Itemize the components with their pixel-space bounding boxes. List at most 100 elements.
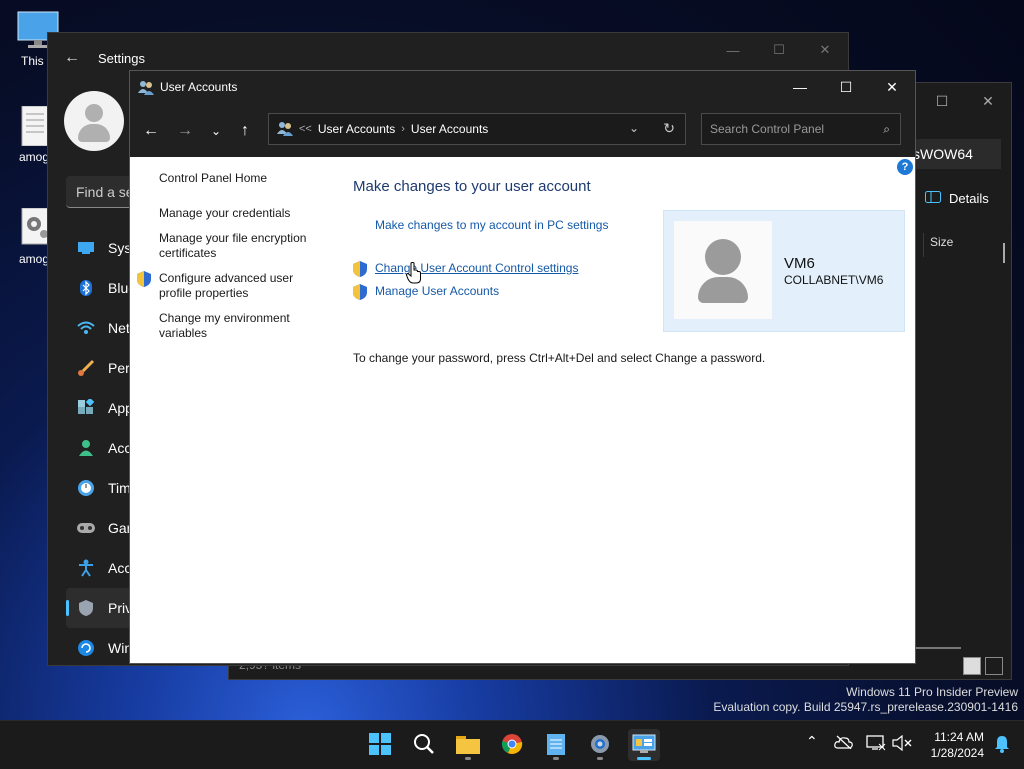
search-icon: ⌕ (883, 122, 890, 136)
clock-date: 1/28/2024 (930, 746, 984, 760)
nav-label: Gar (108, 520, 132, 536)
content-area: ? Control Panel Home Manage your credent… (130, 157, 915, 663)
back-arrow-icon[interactable]: ← (139, 119, 163, 143)
gamepad-icon (76, 518, 96, 538)
minimize-icon[interactable]: — (777, 71, 823, 103)
nav-label: Net (108, 320, 130, 336)
taskbar-file-explorer[interactable] (452, 729, 484, 761)
control-panel-icon (632, 734, 656, 757)
help-icon[interactable]: ? (897, 159, 913, 175)
search-icon (413, 733, 435, 758)
maximize-icon[interactable]: ☐ (823, 71, 869, 103)
breadcrumb-item[interactable]: User Accounts (411, 122, 488, 136)
apps-icon (76, 398, 96, 418)
shield-icon (76, 598, 96, 618)
uac-shield-icon (137, 271, 151, 291)
wifi-icon (76, 318, 96, 338)
close-icon[interactable]: ✕ (965, 83, 1011, 119)
breadcrumb-separator-icon: › (401, 123, 405, 135)
close-icon[interactable]: ✕ (869, 71, 915, 103)
user-accounts-icon (277, 120, 293, 139)
taskbar-settings[interactable] (584, 729, 616, 761)
chevron-down-icon[interactable]: ⌄ (629, 121, 639, 135)
chevron-up-icon[interactable]: ⌃ (806, 733, 818, 750)
nav-label: Acc (108, 560, 132, 576)
breadcrumb-item[interactable]: User Accounts (318, 122, 395, 136)
left-nav: Control Panel Home Manage your credentia… (137, 171, 329, 351)
back-arrow-icon[interactable]: ← (64, 49, 80, 67)
maximize-icon[interactable]: ☐ (919, 83, 965, 119)
maximize-icon[interactable]: ☐ (756, 33, 802, 67)
manage-accounts-link[interactable]: Manage User Accounts (375, 284, 499, 298)
watermark-line: Evaluation copy. Build 25947.rs_prerelea… (713, 700, 1018, 714)
accounts-icon (76, 438, 96, 458)
address-bar-fragment[interactable]: sWOW64 (909, 139, 1001, 169)
clock-icon (76, 478, 96, 498)
nav-link-encryption[interactable]: Manage your file encryption certificates (159, 231, 329, 261)
user-accounts-icon (138, 79, 154, 98)
password-note: To change your password, press Ctrl+Alt+… (353, 351, 766, 365)
notification-bell-icon[interactable] (994, 735, 1010, 756)
details-button[interactable]: Details (925, 191, 989, 206)
windows-start-icon (369, 732, 391, 758)
chevron-down-icon[interactable]: ⌄ (204, 119, 228, 143)
cloud-offline-icon[interactable] (834, 735, 854, 752)
window-title: Settings (98, 51, 145, 66)
navigation-bar: ← → ⌄ ↑ << User Accounts › User Accounts… (130, 103, 915, 157)
details-label: Details (949, 191, 989, 206)
file-explorer-icon (456, 734, 480, 757)
user-accounts-window[interactable]: User Accounts — ☐ ✕ ← → ⌄ ↑ << User Acco… (129, 70, 916, 664)
taskbar-notepad[interactable] (540, 729, 572, 761)
user-name: VM6 (784, 255, 815, 272)
brush-icon (76, 358, 96, 378)
user-card: VM6 COLLABNET\VM6 (663, 210, 905, 332)
nav-link-credentials[interactable]: Manage your credentials (159, 206, 329, 221)
settings-icon (589, 733, 611, 758)
chrome-icon (501, 733, 523, 758)
nav-label: Tim (108, 480, 131, 496)
page-title: Make changes to your user account (353, 178, 591, 195)
details-pane-icon (925, 191, 941, 206)
close-icon[interactable]: ✕ (802, 33, 848, 67)
forward-arrow-icon[interactable]: → (173, 119, 197, 143)
user-avatar (674, 221, 772, 319)
volume-muted-icon[interactable] (892, 734, 912, 754)
system-icon (76, 238, 96, 258)
clock-time: 11:24 AM (934, 730, 984, 744)
address-bar[interactable]: << User Accounts › User Accounts ⌄ ↻ (268, 113, 686, 145)
window-title: User Accounts (160, 80, 238, 94)
uac-shield-icon (353, 284, 367, 303)
nav-link-control-panel-home[interactable]: Control Panel Home (159, 171, 329, 186)
title-bar[interactable]: User Accounts — ☐ ✕ (130, 71, 915, 103)
search-placeholder: Search Control Panel (710, 122, 825, 136)
update-icon (76, 638, 96, 658)
large-icons-view-icon[interactable] (985, 657, 1003, 675)
bluetooth-icon (76, 278, 96, 298)
taskbar: ⌃ 11:24 AM 1/28/2024 (0, 720, 1024, 769)
up-arrow-icon[interactable]: ↑ (233, 119, 257, 143)
scrollbar[interactable] (1003, 243, 1005, 263)
search-input[interactable]: Search Control Panel ⌕ (701, 113, 901, 145)
size-column-header[interactable]: Size (923, 233, 1003, 257)
nav-link-label: Configure advanced user profile properti… (159, 271, 294, 300)
taskbar-chrome[interactable] (496, 729, 528, 761)
notepad-icon (546, 732, 566, 759)
avatar[interactable] (64, 91, 124, 151)
taskbar-search-button[interactable] (408, 729, 440, 761)
user-domain: COLLABNET\VM6 (784, 273, 884, 287)
nav-link-environment[interactable]: Change my environment variables (159, 311, 329, 341)
taskbar-control-panel[interactable] (628, 729, 660, 761)
start-button[interactable] (364, 729, 396, 761)
clock[interactable]: 11:24 AM 1/28/2024 (931, 729, 984, 761)
nav-link-advanced-profile[interactable]: Configure advanced user profile properti… (137, 271, 329, 301)
nav-label: Acc (108, 440, 132, 456)
build-watermark: Windows 11 Pro Insider Preview Evaluatio… (713, 685, 1018, 715)
refresh-icon[interactable]: ↻ (663, 120, 675, 137)
breadcrumb-overflow[interactable]: << (299, 123, 312, 135)
hand-cursor-icon (405, 262, 422, 287)
uac-shield-icon (353, 261, 367, 280)
network-icon[interactable] (866, 735, 886, 754)
minimize-icon[interactable]: — (710, 33, 756, 67)
details-view-icon[interactable] (963, 657, 981, 675)
pc-settings-link[interactable]: Make changes to my account in PC setting… (375, 218, 608, 232)
